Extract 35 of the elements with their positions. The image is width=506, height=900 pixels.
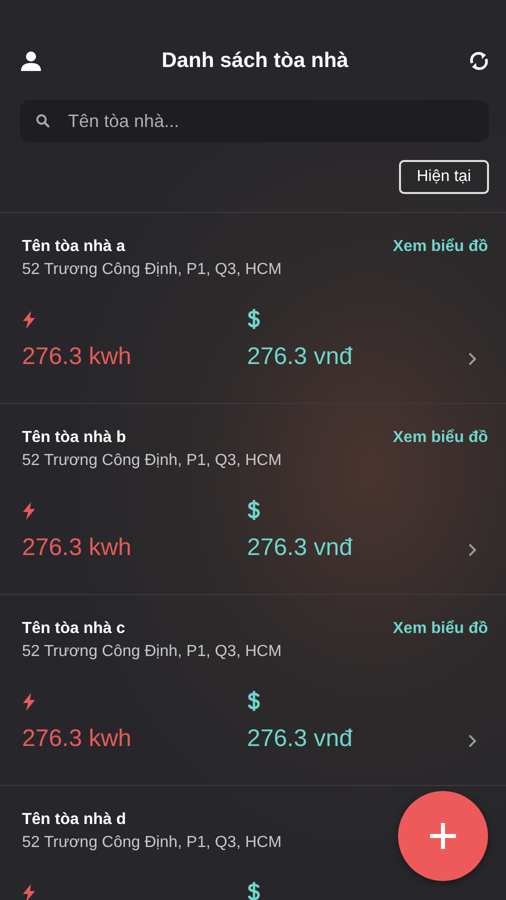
view-chart-link[interactable]: Xem biểu đồ [392,620,488,661]
view-chart-link[interactable]: Xem biểu đồ [392,429,488,470]
building-name: Tên tòa nhà a [22,238,126,256]
cost-value: 276.3 vnđ [247,725,354,753]
building-name: Tên tòa nhà c [22,620,126,638]
view-chart-link[interactable]: Xem biểu đồ [392,238,488,279]
building-address: 52 Trương Công Định, P1, Q3, HCM [22,452,282,470]
plus-icon [430,823,456,849]
lightning-icon [22,502,36,520]
lightning-icon [22,311,36,329]
chevron-right-icon[interactable] [468,734,477,748]
chevron-right-icon[interactable] [468,543,477,557]
cost-value: 276.3 vnđ [247,343,354,371]
energy-value: 276.3 kwh [22,343,132,371]
refresh-icon[interactable] [468,50,490,72]
dollar-icon [247,691,261,711]
search-field[interactable]: Tên tòa nhà... [20,100,489,142]
page-title: Danh sách tòa nhà [162,49,348,73]
cost-value: 276.3 vnđ [247,534,354,562]
building-name: Tên tòa nhà b [22,429,127,447]
dollar-icon [247,500,261,520]
chevron-right-icon[interactable] [468,352,477,366]
dollar-icon [247,882,261,900]
lightning-icon [22,693,36,711]
building-address: 52 Trương Công Định, P1, Q3, HCM [22,643,282,661]
energy-value: 276.3 kwh [22,725,132,753]
building-address: 52 Trương Công Định, P1, Q3, HCM [22,261,282,279]
building-name: Tên tòa nhà d [22,811,127,829]
user-icon[interactable] [20,50,42,72]
energy-value: 276.3 kwh [22,534,132,562]
search-icon [36,114,50,128]
building-address: 52 Trương Công Định, P1, Q3, HCM [22,834,282,852]
lightning-icon [22,884,36,900]
dollar-icon [247,309,261,329]
current-filter-button[interactable]: Hiện tại [398,160,489,194]
